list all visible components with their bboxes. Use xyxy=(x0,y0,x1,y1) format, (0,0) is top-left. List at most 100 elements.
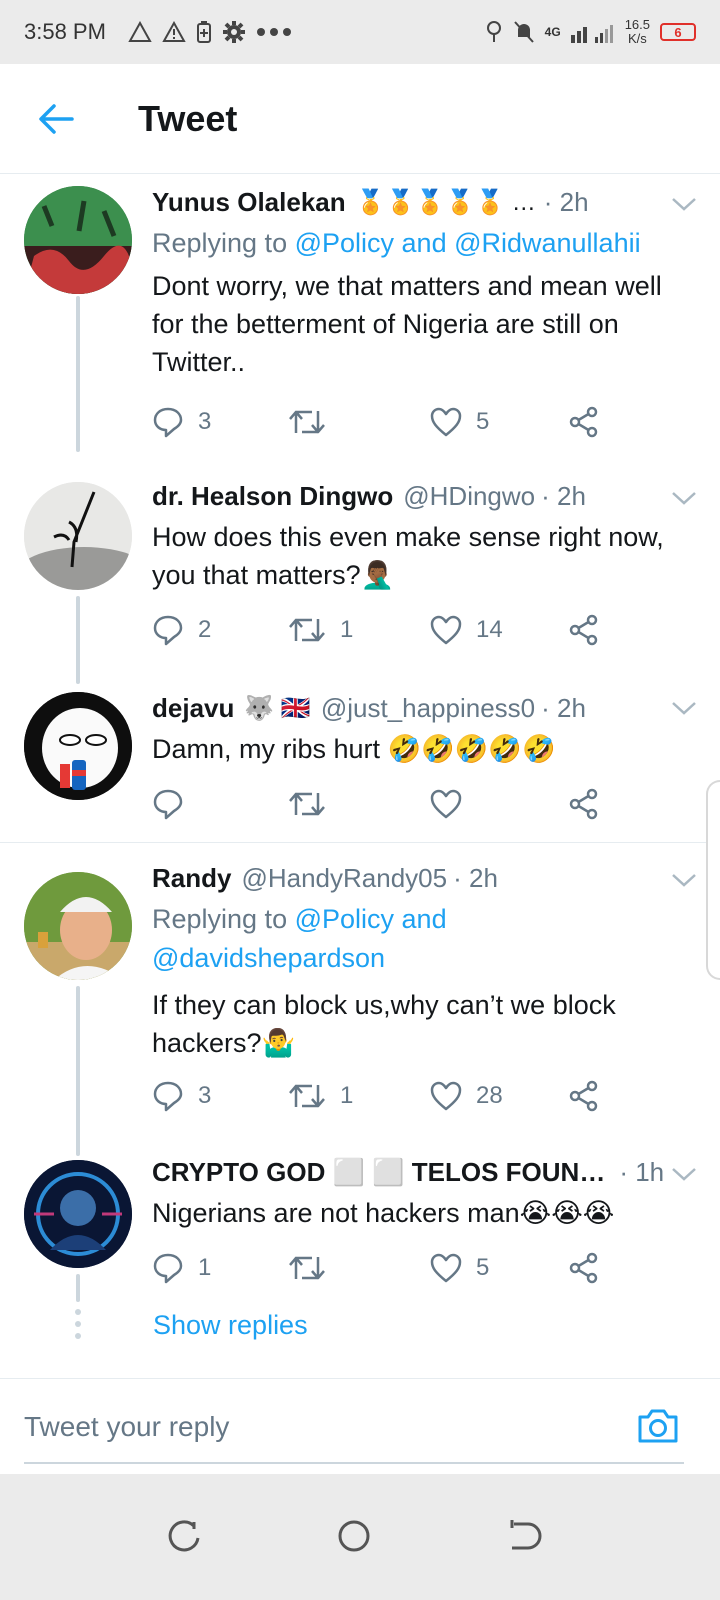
like-button[interactable] xyxy=(430,789,476,819)
like-button[interactable]: 5 xyxy=(430,1253,489,1283)
avatar[interactable] xyxy=(24,872,132,980)
share-button[interactable] xyxy=(568,1080,600,1112)
thread-dots xyxy=(75,1309,81,1339)
home-circle-icon xyxy=(338,1520,370,1552)
tweet-text: If they can block us,why can’t we block … xyxy=(152,990,616,1058)
back-nav-icon xyxy=(510,1520,542,1550)
avatar[interactable] xyxy=(24,482,132,590)
like-button[interactable]: 14 xyxy=(430,615,503,645)
tweet-menu-caret[interactable] xyxy=(670,1160,698,1188)
author-name[interactable]: Yunus Olalekan xyxy=(152,187,346,218)
heart-icon xyxy=(430,615,462,645)
tweet-item[interactable]: Yunus Olalekan 🏅🏅🏅🏅🏅 … · 2h Replying to … xyxy=(0,174,720,452)
avatar[interactable] xyxy=(24,1160,132,1268)
avatar-image xyxy=(24,186,132,294)
reply-button[interactable]: 1 xyxy=(152,1252,211,1284)
chevron-down-icon xyxy=(672,198,696,211)
tweet-actions: 1 5 xyxy=(152,1248,612,1288)
replying-to: Replying to @Policy and @Ridwanullahii xyxy=(152,228,641,258)
tweet-item[interactable]: dr. Healson Dingwo @HDingwo · 2h How doe… xyxy=(0,478,720,684)
share-button[interactable] xyxy=(568,614,600,646)
tweet-item[interactable]: Randy @HandyRandy05 · 2h Replying to @Po… xyxy=(0,860,720,1156)
tweet-time: · 2h xyxy=(541,692,586,723)
author-handle[interactable]: @HDingwo xyxy=(403,481,535,512)
speech-bubble-icon xyxy=(153,1081,183,1112)
page-title: Tweet xyxy=(138,97,238,139)
retweet-button[interactable] xyxy=(288,789,340,819)
tweet-menu-caret[interactable] xyxy=(670,866,698,894)
avatar-image xyxy=(24,1160,132,1268)
reply-input[interactable] xyxy=(24,1405,604,1449)
tweet-item[interactable]: CRYPTO GOD ⬜ ⬜ TELOS FOUN… · 1h Nigerian… xyxy=(0,1152,720,1302)
avatar[interactable] xyxy=(24,186,132,294)
tweet-time: · 2h xyxy=(453,862,498,893)
tweet-actions: 2 1 14 xyxy=(152,610,612,650)
speech-bubble-icon xyxy=(153,615,183,646)
author-handle[interactable]: @just_happiness0 xyxy=(321,693,535,724)
replying-to-links[interactable]: @Policy and xyxy=(295,904,447,934)
warning-outline-icon xyxy=(128,21,152,42)
back-button[interactable] xyxy=(26,89,86,149)
author-handle[interactable]: @HandyRandy05 xyxy=(241,863,447,894)
tweet-content: dejavu 🐺 🇬🇧 @just_happiness0 · 2h Damn, … xyxy=(152,690,700,768)
reply-button[interactable] xyxy=(152,788,198,820)
like-button[interactable]: 28 xyxy=(430,1081,503,1111)
tweet-content: dr. Healson Dingwo @HDingwo · 2h How doe… xyxy=(152,478,700,594)
retweet-button[interactable]: 1 xyxy=(288,1081,353,1111)
author-name[interactable]: dr. Healson Dingwo xyxy=(152,481,393,512)
thread-divider xyxy=(0,842,720,843)
tweet-text: How does this even make sense right now,… xyxy=(152,522,664,590)
mute-bell-icon xyxy=(513,21,534,43)
thread-line xyxy=(76,296,80,452)
reply-count: 3 xyxy=(198,408,212,435)
tweet-text: Dont worry, we that matters and mean wel… xyxy=(152,271,662,377)
system-navigation-bar xyxy=(0,1474,720,1600)
show-replies-link[interactable]: Show replies xyxy=(153,1310,308,1341)
replying-to-links[interactable]: @Policy and @Ridwanullahii xyxy=(295,228,641,258)
avatar[interactable] xyxy=(24,692,132,800)
tweet-item[interactable]: dejavu 🐺 🇬🇧 @just_happiness0 · 2h Damn, … xyxy=(0,690,720,840)
heart-icon xyxy=(430,1081,462,1111)
speech-bubble-icon xyxy=(153,407,183,438)
share-button[interactable] xyxy=(568,1252,600,1284)
avatar-image xyxy=(24,692,132,800)
tweet-menu-caret[interactable] xyxy=(670,190,698,218)
replying-to-links[interactable]: @davidshepardson xyxy=(152,943,385,973)
tweet-header: Yunus Olalekan 🏅🏅🏅🏅🏅 … · 2h xyxy=(152,184,700,220)
tweet-text: Nigerians are not hackers man😭😭😭 xyxy=(152,1198,615,1228)
reply-composer xyxy=(0,1378,720,1474)
home-button[interactable] xyxy=(334,1516,374,1556)
settings-gear-icon xyxy=(222,21,245,43)
author-name[interactable]: CRYPTO GOD ⬜ ⬜ TELOS FOUN… xyxy=(152,1157,605,1188)
reply-button[interactable]: 3 xyxy=(152,406,211,438)
camera-button[interactable] xyxy=(636,1407,680,1450)
avatar-image xyxy=(24,482,132,590)
like-count: 5 xyxy=(476,1254,490,1281)
author-name[interactable]: Randy xyxy=(152,863,231,894)
heart-icon xyxy=(430,789,462,819)
scroll-handle[interactable] xyxy=(706,780,720,980)
back-nav-button[interactable] xyxy=(504,1516,544,1556)
share-icon xyxy=(569,614,598,646)
tweet-menu-caret[interactable] xyxy=(670,484,698,512)
reply-button[interactable]: 3 xyxy=(152,1080,211,1112)
recents-button[interactable] xyxy=(164,1516,204,1556)
retweet-button[interactable]: 1 xyxy=(288,615,353,645)
retweet-icon xyxy=(289,1084,325,1108)
tweet-content: Yunus Olalekan 🏅🏅🏅🏅🏅 … · 2h Replying to … xyxy=(152,184,700,381)
retweet-button[interactable] xyxy=(288,407,340,437)
share-button[interactable] xyxy=(568,788,600,820)
tweet-header: dr. Healson Dingwo @HDingwo · 2h xyxy=(152,478,700,514)
reply-button[interactable]: 2 xyxy=(152,614,211,646)
camera-icon xyxy=(638,1409,678,1443)
reply-count: 1 xyxy=(198,1254,212,1281)
battery-indicator: 6 xyxy=(660,23,696,41)
like-button[interactable]: 5 xyxy=(430,407,489,437)
tweet-menu-caret[interactable] xyxy=(670,694,698,722)
retweet-icon xyxy=(289,410,325,434)
top-app-bar: Tweet xyxy=(0,64,720,174)
retweet-button[interactable] xyxy=(288,1253,340,1283)
share-button[interactable] xyxy=(568,406,600,438)
author-name[interactable]: dejavu xyxy=(152,693,234,724)
heart-icon xyxy=(430,1253,462,1283)
